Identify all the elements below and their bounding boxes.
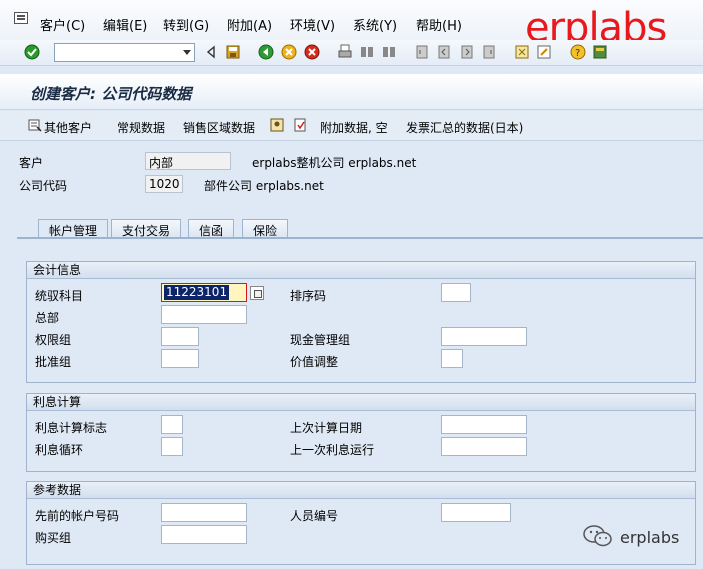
back-icon[interactable] (258, 44, 274, 60)
menu-icon[interactable] (14, 12, 28, 24)
recon-account-input[interactable]: 11223101 (161, 283, 247, 302)
other-customer-button[interactable]: 其他客户 (44, 119, 92, 136)
sort-key-label: 排序码 (290, 289, 327, 303)
tab-account-management[interactable]: 帐户管理 (38, 219, 109, 239)
customer-field: 内部 (145, 152, 231, 170)
authorization-group-label: 权限组 (35, 333, 72, 347)
enter-icon[interactable] (24, 44, 40, 60)
find-next-icon[interactable] (381, 44, 397, 60)
collapse-icon[interactable] (203, 44, 219, 60)
customer-label: 客户 (19, 156, 44, 170)
menu-help[interactable]: 帮助(H) (416, 15, 462, 34)
previous-account-input[interactable] (161, 503, 247, 522)
interest-indicator-label: 利息计算标志 (35, 421, 108, 435)
company-code-label: 公司代码 (19, 179, 68, 193)
tab-insurance[interactable]: 保险 (242, 219, 289, 238)
help-icon[interactable]: ? (570, 44, 586, 60)
buying-group-label: 购买组 (35, 531, 72, 545)
invoice-summary-button[interactable]: 发票汇总的数据(日本) (406, 119, 523, 136)
layout-icon[interactable] (592, 44, 608, 60)
create-session-icon[interactable] (514, 44, 530, 60)
document-icon[interactable] (293, 118, 307, 132)
personnel-number-input[interactable] (441, 503, 511, 522)
company-code-field: 1020 (145, 175, 183, 193)
last-interest-run-input[interactable] (441, 437, 527, 456)
watermark-text: erplabs (620, 528, 680, 547)
print-icon[interactable] (337, 44, 353, 60)
buying-group-input[interactable] (161, 525, 247, 544)
cash-management-input[interactable] (441, 327, 527, 346)
general-data-button[interactable]: 常规数据 (117, 119, 165, 136)
release-group-label: 批准组 (35, 355, 72, 369)
authorization-group-input[interactable] (161, 327, 199, 346)
tab-payment-transactions[interactable]: 支付交易 (111, 219, 182, 238)
last-page-icon[interactable] (481, 44, 497, 60)
chevron-down-icon[interactable] (183, 50, 191, 55)
recon-account-value: 11223101 (164, 285, 230, 300)
previous-page-icon[interactable] (436, 44, 452, 60)
cancel-icon[interactable] (304, 44, 320, 60)
next-page-icon[interactable] (459, 44, 475, 60)
personnel-number-label: 人员编号 (290, 509, 339, 523)
company-code-description: 部件公司 erplabs.net (204, 179, 324, 193)
recon-account-label: 统驭科目 (35, 289, 84, 303)
customer-description: erplabs整机公司 erplabs.net (252, 156, 417, 170)
sort-key-input[interactable] (441, 283, 471, 302)
release-group-input[interactable] (161, 349, 199, 368)
contact-person-icon[interactable] (270, 118, 284, 132)
last-calc-date-label: 上次计算日期 (290, 421, 363, 435)
save-icon[interactable] (225, 44, 241, 60)
menu-goto[interactable]: 转到(G) (163, 15, 209, 34)
application-toolbar: 其他客户 常规数据 销售区域数据 附加数据, 空 发票汇总的数据(日本) (0, 111, 703, 141)
menu-edit[interactable]: 编辑(E) (103, 15, 147, 34)
first-page-icon[interactable] (414, 44, 430, 60)
exit-icon[interactable] (281, 44, 297, 60)
sales-area-data-button[interactable]: 销售区域数据 (183, 119, 255, 136)
shortcut-icon[interactable] (536, 44, 552, 60)
value-adjustment-label: 价值调整 (290, 355, 339, 369)
interest-cycle-input[interactable] (161, 437, 183, 456)
tab-divider (17, 237, 703, 239)
other-customer-icon[interactable] (28, 118, 42, 132)
last-interest-run-label: 上一次利息运行 (290, 443, 375, 457)
group-title: 利息计算 (27, 394, 695, 411)
interest-indicator-input[interactable] (161, 415, 183, 434)
value-help-icon[interactable] (250, 286, 264, 300)
page-title: 创建客户: 公司代码数据 (30, 85, 192, 103)
menu-extras[interactable]: 附加(A) (227, 15, 272, 34)
value-adjustment-input[interactable] (441, 349, 463, 368)
accounting-info-group: 会计信息 (26, 261, 696, 383)
additional-data-button[interactable]: 附加数据, 空 (320, 119, 388, 136)
reference-data-group: 参考数据 (26, 481, 696, 565)
menu-customer[interactable]: 客户(C) (40, 15, 85, 34)
command-field[interactable] (54, 43, 195, 62)
last-calc-date-input[interactable] (441, 415, 527, 434)
head-office-label: 总部 (35, 311, 60, 325)
menu-system[interactable]: 系统(Y) (353, 15, 397, 34)
previous-account-label: 先前的帐户号码 (35, 509, 120, 523)
menu-environment[interactable]: 环境(V) (290, 15, 335, 34)
find-icon[interactable] (359, 44, 375, 60)
tab-correspondence[interactable]: 信函 (188, 219, 235, 238)
wechat-icon (583, 525, 612, 547)
title-bar: 创建客户: 公司代码数据 (0, 74, 703, 110)
group-title: 参考数据 (27, 482, 695, 499)
system-toolbar: ? (0, 40, 703, 66)
svg-text:?: ? (575, 48, 580, 59)
interest-cycle-label: 利息循环 (35, 443, 84, 457)
head-office-input[interactable] (161, 305, 247, 324)
group-title: 会计信息 (27, 262, 695, 279)
cash-management-label: 现金管理组 (290, 333, 351, 347)
